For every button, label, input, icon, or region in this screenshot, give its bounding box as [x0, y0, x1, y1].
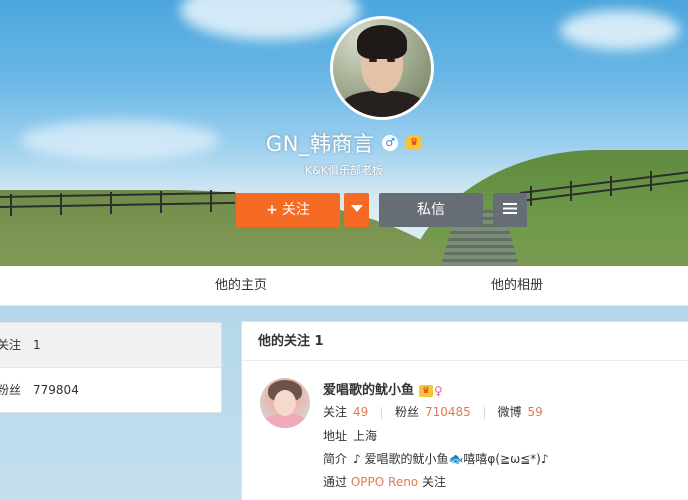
user-stat-followers[interactable]: 粉丝 710485 [395, 405, 471, 419]
stats-card: 关注 1 粉丝 779804 [0, 322, 222, 413]
more-menu-button[interactable] [493, 193, 527, 227]
address-label: 地址 [323, 429, 348, 443]
stat-label: 粉丝 [0, 383, 22, 397]
stat-label: 关注 [0, 338, 22, 352]
profile-subtitle: K&K俱乐部老板 [304, 164, 383, 177]
stat-following[interactable]: 关注 1 [0, 323, 221, 368]
user-follow-source: 通过 OPPO Reno 关注 [323, 473, 446, 490]
intro-value: ♪ 爱唱歌的鱿小鱼🐟嘻嘻φ(≧ω≦*)♪ [353, 452, 549, 466]
user-stats: 关注 49 粉丝 710485 微博 59 [323, 403, 543, 420]
vip-crown-icon[interactable]: ♛ [419, 384, 434, 397]
user-intro: 简介 ♪ 爱唱歌的鱿小鱼🐟嘻嘻φ(≧ω≦*)♪ [323, 450, 549, 467]
divider [483, 406, 485, 419]
stat-value: 1 [33, 338, 41, 352]
vip-crown-icon[interactable]: ♛ [406, 136, 423, 150]
tab-album[interactable]: 他的相册 [491, 266, 543, 306]
plus-icon: + [266, 202, 278, 218]
profile-tab-bar: 他的主页 他的相册 [0, 266, 688, 306]
user-avatar[interactable] [260, 378, 310, 428]
intro-label: 简介 [323, 452, 348, 466]
user-name-row: 爱唱歌的鱿小鱼 ♛ ♀ [323, 379, 443, 398]
stat-value: 779804 [33, 383, 79, 397]
following-card: 他的关注 1 爱唱歌的鱿小鱼 ♛ ♀ 关注 49 粉丝 710485 微博 59 地址 上海… [241, 321, 688, 500]
divider [381, 406, 383, 419]
female-icon: ♀ [434, 383, 443, 398]
follow-dropdown-button[interactable] [344, 193, 369, 227]
user-stat-posts[interactable]: 微博 59 [497, 405, 542, 419]
follow-button[interactable]: + 关注 [236, 193, 340, 227]
profile-name: GN_韩商言 [265, 132, 375, 156]
menu-icon [503, 203, 517, 214]
follow-button-label: 关注 [281, 202, 310, 218]
via-prefix: 通过 [323, 475, 348, 489]
via-source-link[interactable]: OPPO Reno [351, 475, 418, 489]
user-name[interactable]: 爱唱歌的鱿小鱼 [323, 383, 414, 398]
via-suffix: 关注 [421, 475, 446, 489]
message-button[interactable]: 私信 [379, 193, 483, 227]
tab-home[interactable]: 他的主页 [215, 266, 267, 306]
profile-avatar[interactable] [330, 16, 434, 120]
following-card-title: 他的关注 1 [242, 322, 688, 361]
address-value: 上海 [353, 429, 378, 443]
user-address: 地址 上海 [323, 427, 377, 444]
caret-down-icon [350, 205, 363, 212]
user-stat-following[interactable]: 关注 49 [323, 405, 368, 419]
stat-followers[interactable]: 粉丝 779804 [0, 368, 221, 413]
male-icon: ♂ [382, 135, 399, 151]
profile-name-row: GN_韩商言 ♂ ♛ [0, 128, 688, 158]
